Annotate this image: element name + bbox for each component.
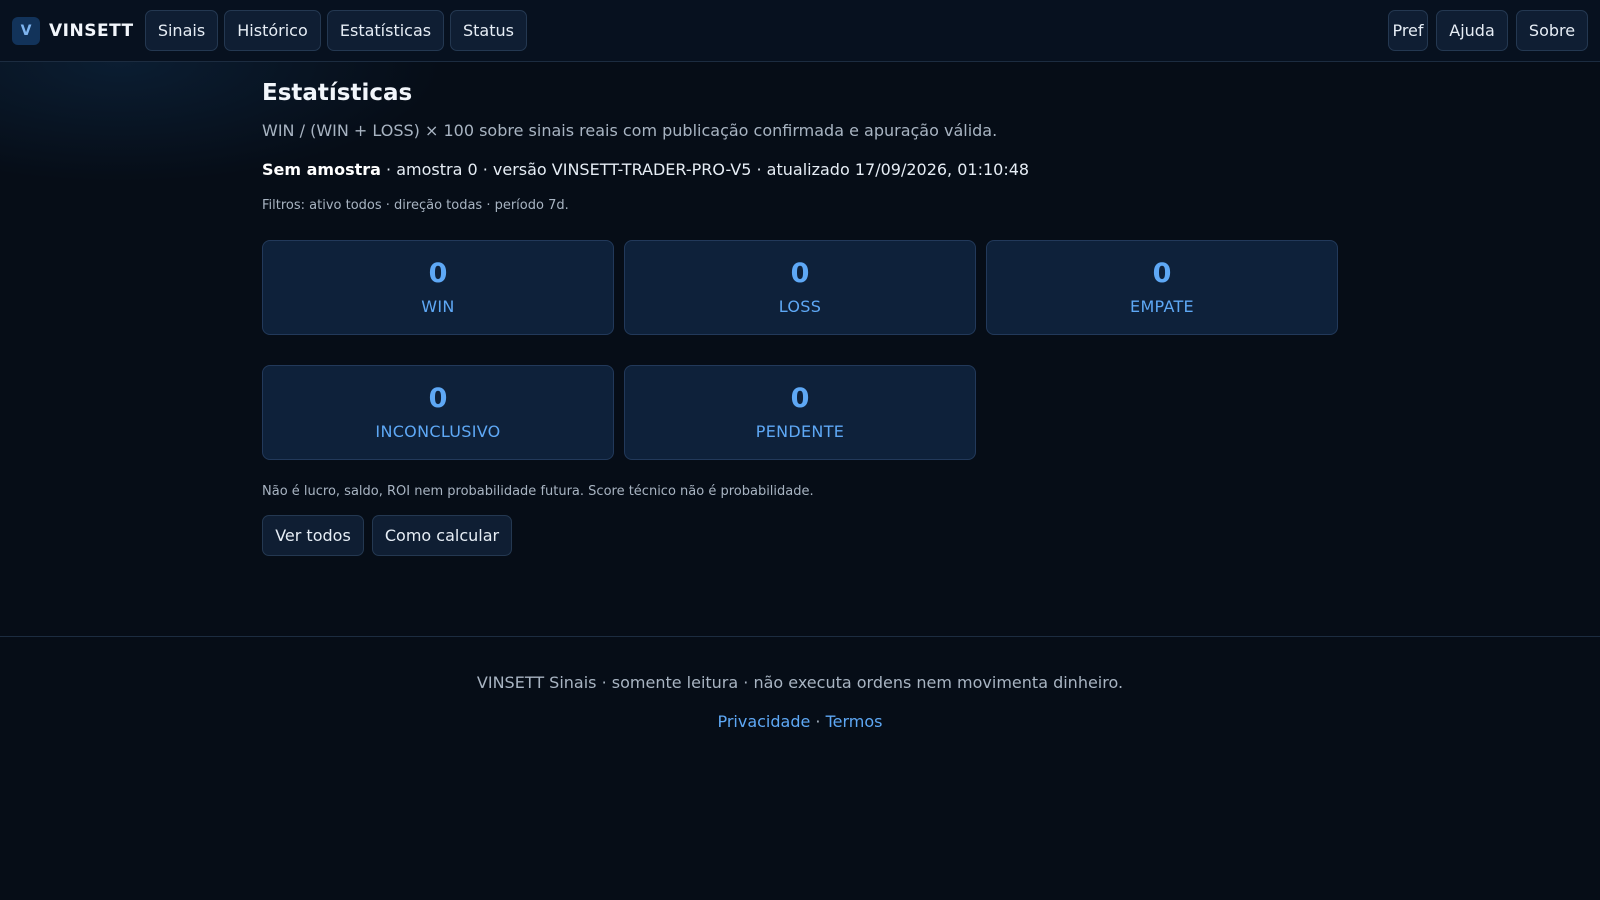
- sample-meta: Sem amostra · amostra 0 · versão VINSETT…: [262, 160, 1029, 179]
- page-subtitle: WIN / (WIN + LOSS) × 100 sobre sinais re…: [262, 121, 998, 140]
- stat-label: PENDENTE: [755, 421, 845, 441]
- nav-pref[interactable]: Pref: [1388, 10, 1428, 51]
- stat-value: 0: [428, 383, 448, 415]
- filters-summary: Filtros: ativo todos · direção todas · p…: [262, 198, 569, 213]
- stat-label: EMPATE: [1130, 296, 1194, 316]
- nav-status[interactable]: Status: [450, 10, 527, 51]
- stat-label: INCONCLUSIVO: [375, 421, 501, 441]
- nav-sobre[interactable]: Sobre: [1516, 10, 1588, 51]
- privacy-link[interactable]: Privacidade: [717, 712, 810, 731]
- stat-value: 0: [428, 258, 448, 290]
- stat-value: 0: [1152, 258, 1172, 290]
- sample-status: Sem amostra: [262, 160, 381, 179]
- stat-value: 0: [790, 383, 810, 415]
- top-navigation-bar: V VINSETT Sinais Histórico Estatísticas …: [0, 0, 1600, 62]
- page-title: Estatísticas: [262, 80, 413, 106]
- stat-card-pendente: 0 PENDENTE: [624, 365, 976, 460]
- stat-label: LOSS: [778, 296, 822, 316]
- disclaimer: Não é lucro, saldo, ROI nem probabilidad…: [262, 484, 814, 499]
- stat-label: WIN: [421, 296, 455, 316]
- view-all-button[interactable]: Ver todos: [262, 515, 364, 556]
- nav-ajuda[interactable]: Ajuda: [1436, 10, 1508, 51]
- stat-card-loss: 0 LOSS: [624, 240, 976, 335]
- stat-card-empate: 0 EMPATE: [986, 240, 1338, 335]
- footer-link-separator: ·: [810, 712, 826, 731]
- footer: VINSETT Sinais · somente leitura · não e…: [0, 636, 1600, 900]
- terms-link[interactable]: Termos: [826, 712, 883, 731]
- brand-name: VINSETT: [49, 21, 134, 41]
- sample-details: · amostra 0 · versão VINSETT-TRADER-PRO-…: [380, 160, 1030, 179]
- nav-estatisticas[interactable]: Estatísticas: [327, 10, 444, 51]
- stat-card-inconclusivo: 0 INCONCLUSIVO: [262, 365, 614, 460]
- stat-value: 0: [790, 258, 810, 290]
- footer-text: VINSETT Sinais · somente leitura · não e…: [476, 673, 1124, 692]
- how-to-calculate-button[interactable]: Como calcular: [372, 515, 512, 556]
- brand-logo-icon: V: [12, 17, 40, 45]
- stat-card-win: 0 WIN: [262, 240, 614, 335]
- footer-links: Privacidade · Termos: [0, 712, 1600, 731]
- brand[interactable]: V VINSETT: [12, 17, 134, 45]
- nav-sinais[interactable]: Sinais: [145, 10, 218, 51]
- nav-historico[interactable]: Histórico: [224, 10, 321, 51]
